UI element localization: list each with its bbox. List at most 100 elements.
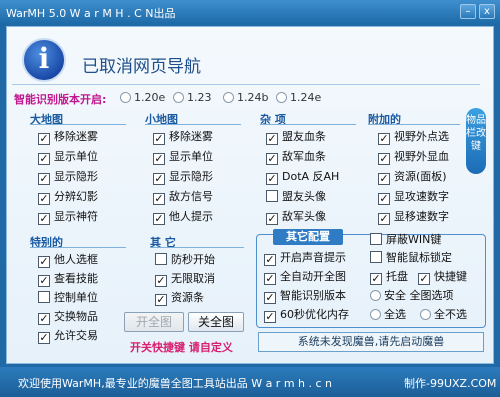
checkbox-label: 敌军头像 [282, 210, 326, 223]
checkbox-view-skills[interactable]: ✓ 查看技能 [38, 272, 98, 288]
version-option-123[interactable]: 1.23 [173, 91, 212, 104]
checkbox-icon: ✓ [370, 272, 382, 285]
checkbox-icon: ✓ [266, 152, 278, 165]
checkbox-attack-speed-number[interactable]: ✓ 显攻速数字 [378, 190, 449, 206]
checkbox-icon: ✓ [155, 293, 167, 306]
checkbox-block-win-key[interactable]: 屏蔽WIN键 [370, 233, 441, 249]
checkbox-infinite-cancel[interactable]: ✓ 无限取消 [155, 272, 215, 288]
radio-icon [223, 92, 234, 103]
radio-select-none[interactable]: 全不选 [420, 308, 467, 324]
checkbox-others-selection[interactable]: ✓ 他人选框 [38, 253, 98, 269]
checkbox-icon: ✓ [378, 152, 390, 165]
checkbox-label: 盟友头像 [282, 190, 326, 203]
checkbox-icon: ✓ [38, 172, 50, 185]
checkbox-optimize-memory[interactable]: ✓ 60秒优化内存 [264, 308, 349, 324]
checkbox-resource-bar[interactable]: ✓ 资源条 [155, 291, 204, 307]
radio-safe-full-map[interactable]: 安全 全图选项 [370, 289, 454, 305]
checkbox-icon: ✓ [38, 331, 50, 344]
checkbox-hp-outside-view[interactable]: ✓ 视野外显血 [378, 150, 449, 166]
section-divider [150, 247, 244, 248]
close-map-button[interactable]: 关全图 [188, 312, 244, 332]
checkbox-smart-version[interactable]: ✓ 智能识别版本 [264, 289, 346, 305]
hotkey-hint: 开关快捷键 请自定义 [130, 341, 233, 354]
checkbox-icon: ✓ [153, 132, 165, 145]
radio-select-all[interactable]: 全选 [370, 308, 406, 324]
checkbox-big-show-invisible[interactable]: ✓ 显示隐形 [38, 170, 98, 186]
header-message: 已取消网页导航 [82, 57, 201, 77]
checkbox-icon: ✓ [153, 212, 165, 225]
checkbox-ally-portrait[interactable]: 盟友头像 [266, 190, 326, 206]
checkbox-sound-alert[interactable]: ✓ 开启声音提示 [264, 251, 346, 267]
item-hotkey-tab[interactable]: 物品栏改键 [466, 108, 486, 174]
checkbox-icon: ✓ [38, 274, 50, 287]
checkbox-small-others-hint[interactable]: ✓ 他人提示 [153, 210, 213, 226]
checkbox-small-enemy-signal[interactable]: ✓ 敌方信号 [153, 190, 213, 206]
section-divider [260, 124, 356, 125]
checkbox-icon: ✓ [38, 132, 50, 145]
checkbox-icon: ✓ [378, 192, 390, 205]
checkbox-label: 移除迷雾 [54, 130, 98, 143]
checkbox-icon: ✓ [378, 132, 390, 145]
checkbox-anti-second-start[interactable]: 防秒开始 [155, 253, 215, 269]
checkbox-big-detect-illusion[interactable]: ✓ 分辨幻影 [38, 190, 98, 206]
checkbox-control-units[interactable]: 控制单位 [38, 291, 98, 307]
checkbox-small-show-invisible[interactable]: ✓ 显示隐形 [153, 170, 213, 186]
version-option-124b[interactable]: 1.24b [223, 91, 268, 104]
status-message: 系统未发现魔兽,请先启动魔兽 [258, 332, 484, 352]
radio-icon [120, 92, 131, 103]
section-divider [368, 124, 460, 125]
checkbox-label: 视野外点选 [394, 130, 449, 143]
checkbox-enemy-hp-bar[interactable]: ✓ 敌军血条 [266, 150, 326, 166]
checkbox-big-show-units[interactable]: ✓ 显示单位 [38, 150, 98, 166]
radio-icon [370, 290, 381, 301]
checkbox-swap-items[interactable]: ✓ 交换物品 [38, 310, 98, 326]
checkbox-dota-anti-ah[interactable]: ✓ DotA 反AH [266, 170, 339, 186]
checkbox-small-remove-fog[interactable]: ✓ 移除迷雾 [153, 130, 213, 146]
checkbox-icon: ✓ [264, 291, 276, 304]
checkbox-resource-panel[interactable]: ✓ 资源(面板) [378, 170, 447, 186]
window-title: WarMH 5.0 W a r M H . C N出品 [6, 7, 176, 20]
radio-label: 全选 [384, 308, 406, 321]
checkbox-hotkey[interactable]: ✓ 快捷键 [418, 270, 467, 286]
close-button[interactable]: x [479, 4, 495, 19]
checkbox-icon [266, 190, 278, 202]
checkbox-label: 显示单位 [169, 150, 213, 163]
checkbox-tray[interactable]: ✓ 托盘 [370, 270, 408, 286]
checkbox-auto-full-map[interactable]: ✓ 全自动开全图 [264, 270, 346, 286]
checkbox-ally-hp-bar[interactable]: ✓ 盟友血条 [266, 130, 326, 146]
checkbox-icon: ✓ [38, 192, 50, 205]
checkbox-enemy-portrait[interactable]: ✓ 敌军头像 [266, 210, 326, 226]
radio-label: 全不选 [434, 308, 467, 321]
version-option-120e[interactable]: 1.20e [120, 91, 165, 104]
checkbox-icon [155, 253, 167, 265]
checkbox-icon [370, 251, 382, 263]
checkbox-big-show-runes[interactable]: ✓ 显示神符 [38, 210, 98, 226]
version-option-124e[interactable]: 1.24e [276, 91, 321, 104]
checkbox-icon: ✓ [378, 172, 390, 185]
checkbox-allow-trade[interactable]: ✓ 允许交易 [38, 329, 98, 345]
minimize-button[interactable]: – [460, 4, 476, 19]
checkbox-label: 他人选框 [54, 253, 98, 266]
radio-icon [420, 309, 431, 320]
radio-icon [370, 309, 381, 320]
status-bar-credit: 制作-99UXZ.COM [404, 377, 497, 390]
checkbox-label: 视野外显血 [394, 150, 449, 163]
checkbox-label: 资源(面板) [394, 170, 447, 183]
checkbox-smart-mouse-lock[interactable]: 智能鼠标锁定 [370, 251, 452, 267]
checkbox-label: 他人提示 [169, 210, 213, 223]
checkbox-label: 防秒开始 [171, 253, 215, 266]
checkbox-select-outside-view[interactable]: ✓ 视野外点选 [378, 130, 449, 146]
checkbox-move-speed-number[interactable]: ✓ 显移速数字 [378, 210, 449, 226]
checkbox-icon: ✓ [266, 132, 278, 145]
checkbox-icon [370, 233, 382, 245]
checkbox-label: 敌军血条 [282, 150, 326, 163]
open-map-button[interactable]: 开全图 [124, 312, 184, 332]
checkbox-big-remove-fog[interactable]: ✓ 移除迷雾 [38, 130, 98, 146]
checkbox-small-show-units[interactable]: ✓ 显示单位 [153, 150, 213, 166]
info-icon: i [22, 38, 66, 82]
checkbox-label: 智能鼠标锁定 [386, 251, 452, 264]
checkbox-label: 查看技能 [54, 272, 98, 285]
status-bar-text: 欢迎使用WarMH,最专业的魔兽全图工具站出品 W a r m h . c n [18, 377, 333, 390]
checkbox-label: 盟友血条 [282, 130, 326, 143]
checkbox-icon: ✓ [38, 255, 50, 268]
